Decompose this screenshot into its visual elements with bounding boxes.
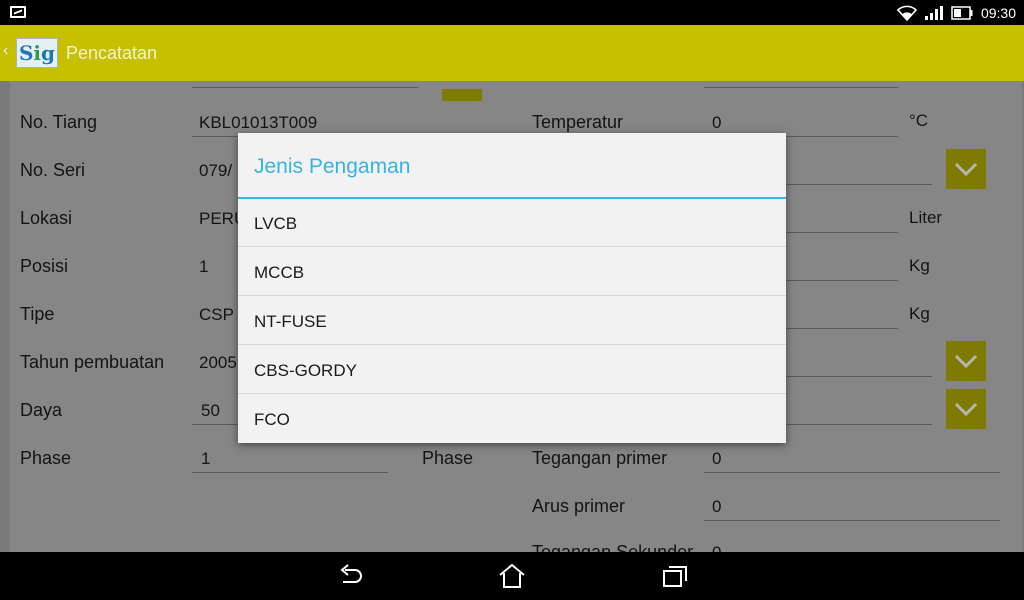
navigation-bar <box>0 552 1024 600</box>
option-nt-fuse[interactable]: NT-FUSE <box>238 297 786 345</box>
wifi-icon <box>896 5 917 21</box>
field-arus-primer[interactable]: 0 <box>712 497 721 517</box>
battery-icon <box>951 5 973 20</box>
label-posisi: Posisi <box>20 256 69 276</box>
unit-kg: Kg <box>909 256 930 275</box>
field-no-seri[interactable]: 079/ <box>199 161 232 181</box>
option-label: CBS-GORDY <box>254 361 357 380</box>
jenis-pengaman-dialog: Jenis Pengaman LVCB MCCB NT-FUSE CBS-GOR… <box>238 133 786 443</box>
option-fco[interactable]: FCO <box>238 395 786 443</box>
notification-image-icon <box>10 6 26 18</box>
clock: 09:30 <box>980 4 1016 21</box>
input-underline <box>786 424 932 425</box>
input-underline <box>192 472 388 473</box>
option-label: LVCB <box>254 214 298 233</box>
home-icon[interactable] <box>498 562 526 590</box>
option-cbs-gordy[interactable]: CBS-GORDY <box>238 346 786 394</box>
field-tipe[interactable]: CSP <box>199 305 234 325</box>
back-icon[interactable] <box>337 562 365 590</box>
option-lvcb[interactable]: LVCB <box>238 199 786 247</box>
input-underline <box>786 280 898 281</box>
label-tegangan-sekunder: Tegangan Sekunder <box>532 542 694 552</box>
label-phase: Phase <box>20 448 72 468</box>
label-tahun-pembuatan: Tahun pembuatan <box>20 352 165 372</box>
field-daya[interactable]: 50 <box>201 401 220 421</box>
recent-apps-icon[interactable] <box>661 562 689 590</box>
field-tegangan-primer[interactable]: 0 <box>712 449 721 469</box>
label-no-seri: No. Seri <box>20 160 86 180</box>
dropdown-button[interactable] <box>946 341 986 381</box>
field-phase[interactable]: 1 <box>201 449 210 469</box>
label-phase-right: Phase <box>422 448 474 468</box>
label-tipe: Tipe <box>20 304 55 324</box>
label-temperatur: Temperatur <box>532 112 624 132</box>
action-bar: ‹ Sig Pencatatan <box>0 25 1024 81</box>
unit-kg: Kg <box>909 304 930 323</box>
dropdown-button[interactable] <box>946 149 986 189</box>
field-tahun-pembuatan[interactable]: 2005 <box>199 353 237 373</box>
input-underline[interactable] <box>704 87 898 88</box>
option-mccb[interactable]: MCCB <box>238 248 786 296</box>
dialog-title: Jenis Pengaman <box>254 155 411 178</box>
unit-celsius: °C <box>909 111 929 130</box>
app-logo[interactable]: Sig <box>16 38 58 68</box>
option-label: MCCB <box>254 263 305 282</box>
input-underline <box>786 184 932 185</box>
label-lokasi: Lokasi <box>20 208 73 228</box>
field-tegangan-sekunder[interactable]: 0 <box>712 543 721 552</box>
back-chevron-icon[interactable]: ‹ <box>3 42 8 60</box>
dropdown-button[interactable] <box>442 89 482 101</box>
option-label: NT-FUSE <box>254 312 327 331</box>
input-underline <box>786 328 898 329</box>
page-title: Pencatatan <box>66 43 158 63</box>
unit-liter: Liter <box>909 208 943 227</box>
status-bar: 09:30 <box>0 0 1024 25</box>
input-underline <box>704 520 1000 521</box>
input-underline <box>786 376 932 377</box>
option-label: FCO <box>254 410 290 429</box>
label-daya: Daya <box>20 400 63 420</box>
label-tegangan-primer: Tegangan primer <box>532 448 668 468</box>
field-posisi[interactable]: 1 <box>199 257 208 277</box>
label-no-tiang: No. Tiang <box>20 112 98 132</box>
input-underline <box>192 424 242 425</box>
dropdown-button[interactable] <box>946 389 986 429</box>
label-arus-primer: Arus primer <box>532 496 626 516</box>
input-underline[interactable] <box>192 87 418 88</box>
field-temperatur[interactable]: 0 <box>712 113 721 133</box>
input-underline <box>786 232 898 233</box>
signal-icon <box>924 5 943 20</box>
field-no-tiang[interactable]: KBL01013T009 <box>199 113 317 133</box>
input-underline <box>704 472 1000 473</box>
